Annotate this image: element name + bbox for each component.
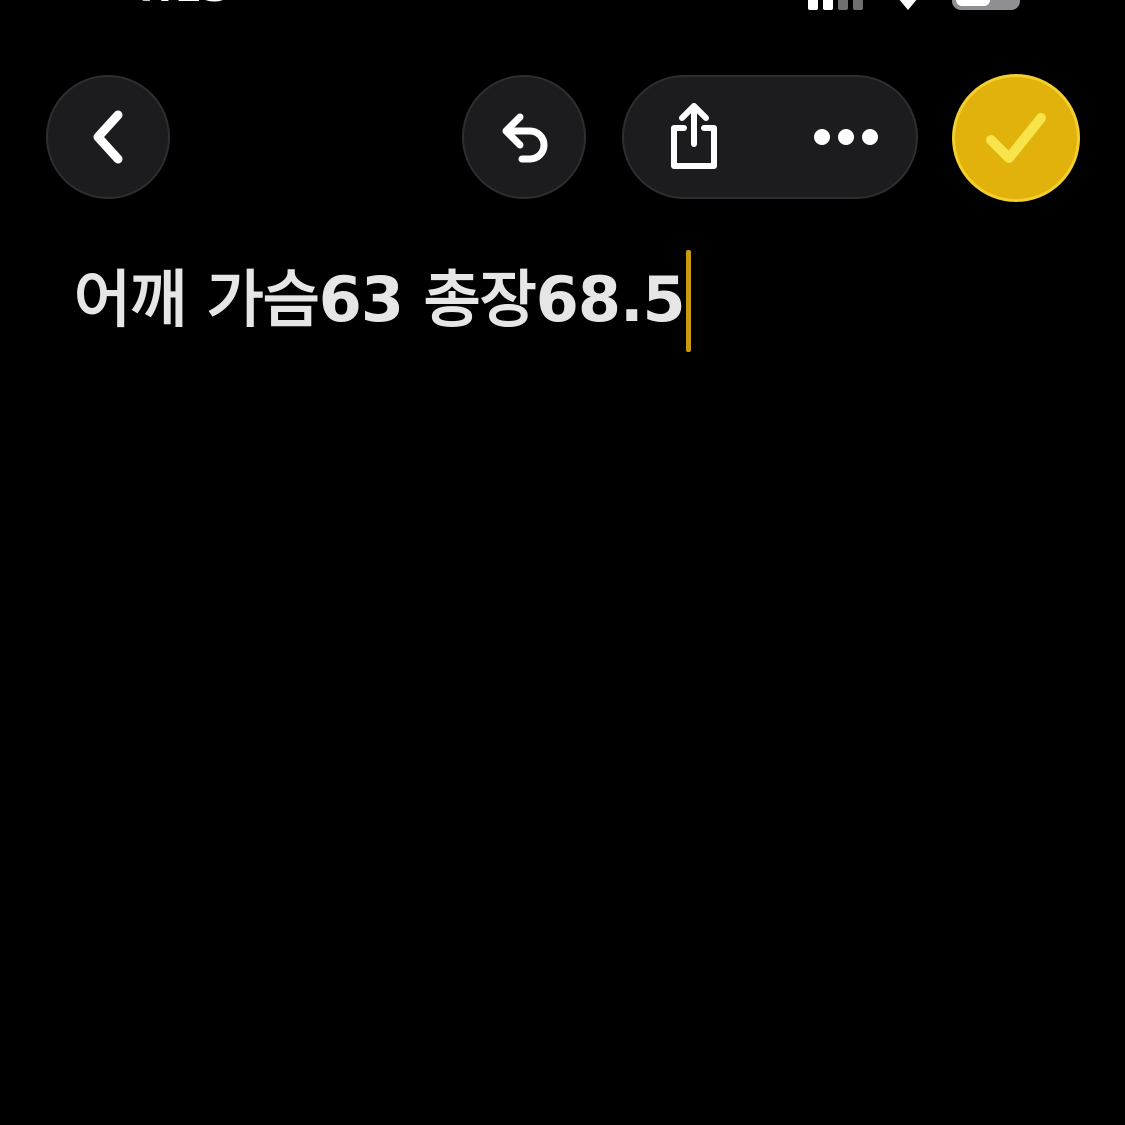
note-text: 어깨 가슴63 총장68.5 (74, 263, 686, 336)
ellipsis-icon (814, 129, 878, 145)
share-more-group (622, 75, 918, 199)
status-time: 4:13 (128, 0, 232, 10)
status-bar: 4:13 (0, 0, 1125, 10)
share-button[interactable] (624, 77, 764, 197)
share-icon (671, 103, 717, 169)
battery-icon (952, 0, 1020, 10)
signal-icon (808, 0, 863, 10)
undo-icon (502, 113, 548, 163)
back-button[interactable] (46, 75, 170, 199)
chevron-left-icon (93, 110, 123, 164)
text-cursor (685, 250, 691, 352)
more-button[interactable] (774, 77, 918, 197)
wifi-icon (899, 0, 917, 10)
checkmark-icon (986, 113, 1046, 163)
undo-button[interactable] (462, 75, 586, 199)
done-button[interactable] (952, 74, 1080, 202)
note-text-area[interactable]: 어깨 가슴63 총장68.5 (74, 250, 1074, 1070)
notes-editor-screen: 4:13 (0, 0, 1125, 1125)
